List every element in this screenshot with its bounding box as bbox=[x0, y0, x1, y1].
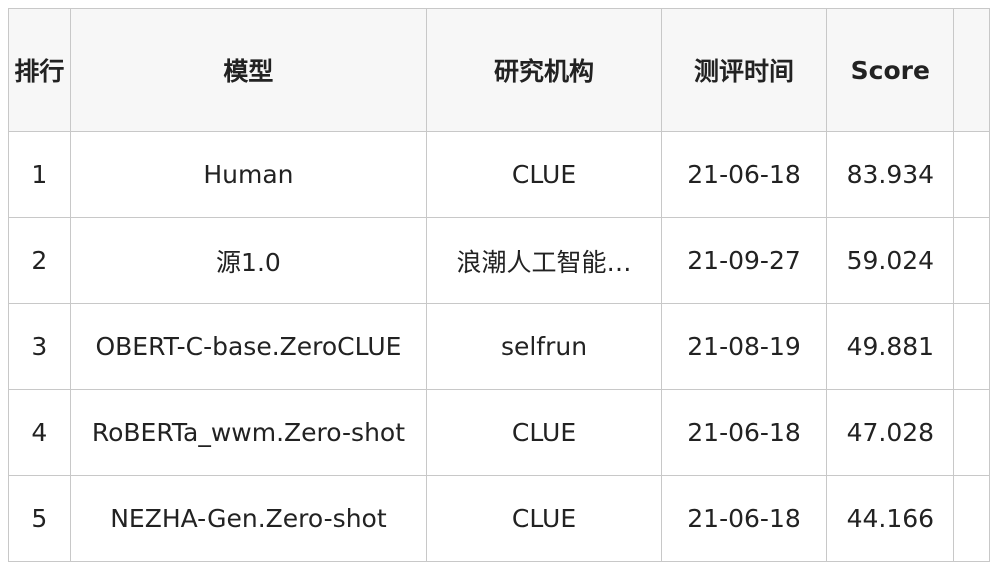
date-cell: 21-08-19 bbox=[660, 303, 828, 390]
header-row: 排行 模型 研究机构 测评时间 Score bbox=[8, 8, 990, 132]
org-cell: 浪潮人工智能… bbox=[426, 217, 662, 304]
rank-cell: 3 bbox=[8, 303, 71, 390]
score-cell: 83.934 bbox=[826, 131, 955, 218]
table-row: 1 Human CLUE 21-06-18 83.934 bbox=[8, 131, 990, 218]
score-cell: 59.024 bbox=[826, 217, 955, 304]
overflow-cell bbox=[953, 475, 990, 562]
rank-cell: 4 bbox=[8, 389, 71, 476]
header-model: 模型 bbox=[69, 8, 428, 132]
org-cell: CLUE bbox=[426, 389, 662, 476]
model-link[interactable]: NEZHA-Gen.Zero-shot bbox=[69, 475, 428, 562]
header-date: 测评时间 bbox=[660, 8, 828, 132]
overflow-cell bbox=[953, 389, 990, 476]
rank-cell: 1 bbox=[8, 131, 71, 218]
model-link[interactable]: 源1.0 bbox=[69, 217, 428, 304]
date-cell: 21-06-18 bbox=[660, 131, 828, 218]
rank-cell: 2 bbox=[8, 217, 71, 304]
rank-cell: 5 bbox=[8, 475, 71, 562]
score-cell: 49.881 bbox=[826, 303, 955, 390]
overflow-cell bbox=[953, 131, 990, 218]
model-link[interactable]: RoBERTa_wwm.Zero-shot bbox=[69, 389, 428, 476]
date-cell: 21-06-18 bbox=[660, 389, 828, 476]
model-link[interactable]: OBERT-C-base.ZeroCLUE bbox=[69, 303, 428, 390]
model-link[interactable]: Human bbox=[69, 131, 428, 218]
org-cell: selfrun bbox=[426, 303, 662, 390]
date-cell: 21-09-27 bbox=[660, 217, 828, 304]
leaderboard-container: 排行 模型 研究机构 测评时间 Score 1 Human CLUE 21-06… bbox=[0, 0, 990, 570]
leaderboard-table: 排行 模型 研究机构 测评时间 Score 1 Human CLUE 21-06… bbox=[8, 8, 990, 562]
org-cell: CLUE bbox=[426, 131, 662, 218]
overflow-cell bbox=[953, 217, 990, 304]
table-row: 2 源1.0 浪潮人工智能… 21-09-27 59.024 bbox=[8, 217, 990, 304]
table-row: 5 NEZHA-Gen.Zero-shot CLUE 21-06-18 44.1… bbox=[8, 475, 990, 562]
date-cell: 21-06-18 bbox=[660, 475, 828, 562]
table-row: 4 RoBERTa_wwm.Zero-shot CLUE 21-06-18 47… bbox=[8, 389, 990, 476]
org-cell: CLUE bbox=[426, 475, 662, 562]
header-score: Score bbox=[826, 8, 955, 132]
score-cell: 44.166 bbox=[826, 475, 955, 562]
header-org: 研究机构 bbox=[426, 8, 662, 132]
header-rank: 排行 bbox=[8, 8, 71, 132]
table-row: 3 OBERT-C-base.ZeroCLUE selfrun 21-08-19… bbox=[8, 303, 990, 390]
header-overflow-cell bbox=[953, 8, 990, 132]
overflow-cell bbox=[953, 303, 990, 390]
score-cell: 47.028 bbox=[826, 389, 955, 476]
